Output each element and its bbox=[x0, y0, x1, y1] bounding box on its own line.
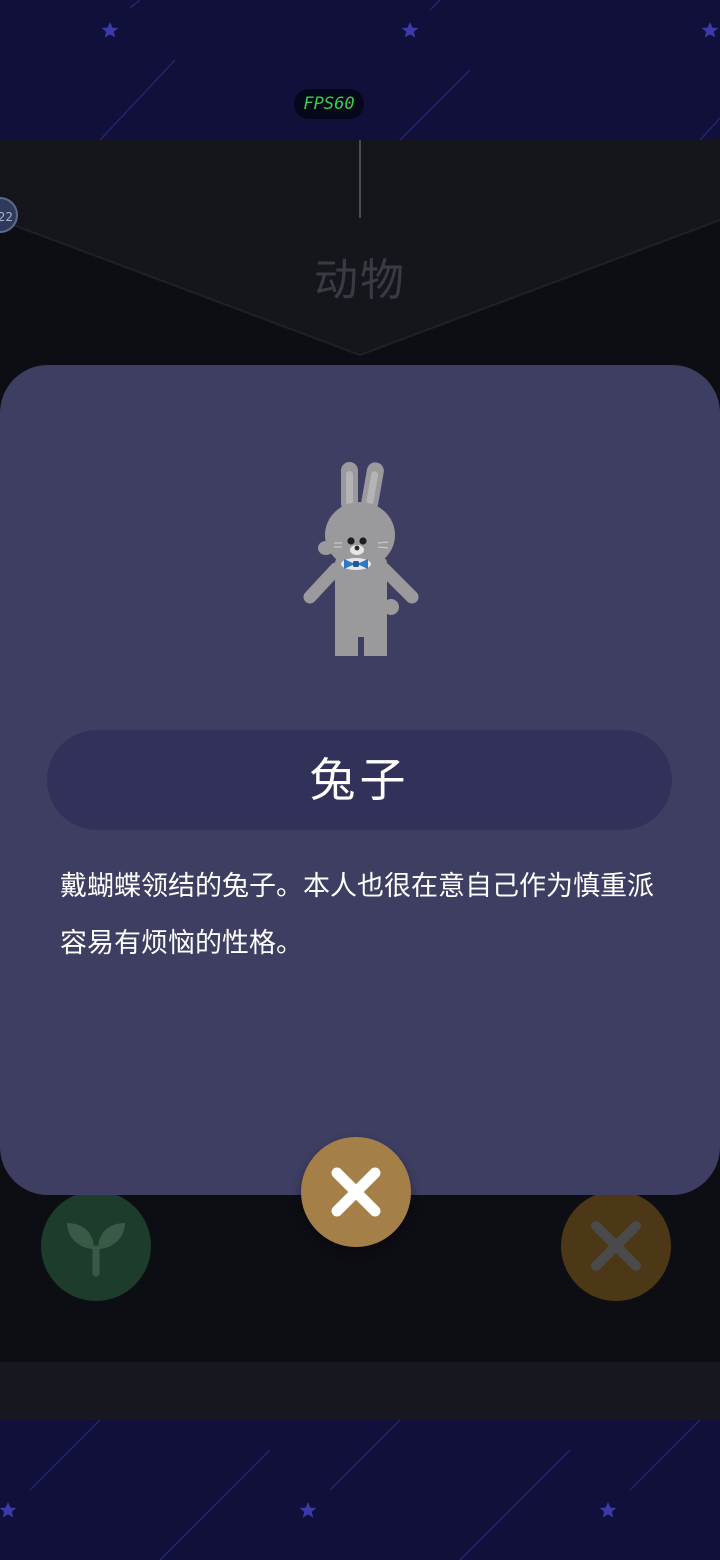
rabbit-with-bowtie-illustration bbox=[303, 462, 419, 656]
character-description: 戴蝴蝶领结的兔子。本人也很在意自己作为慎重派容易有烦恼的性格。 bbox=[60, 871, 654, 959]
character-name: 兔子 bbox=[47, 730, 672, 830]
close-button[interactable] bbox=[301, 1137, 411, 1247]
game-screen: FPS60 动物 22 兔子 戴蝴蝶领结的兔子。本人也很在意自己作为慎重派容易有… bbox=[0, 0, 720, 1560]
close-icon bbox=[331, 1167, 381, 1217]
